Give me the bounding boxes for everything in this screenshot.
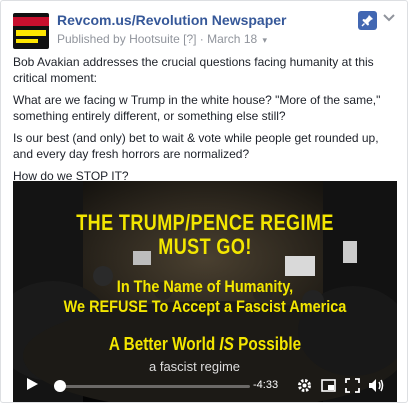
page-name-link[interactable]: Revcom.us/Revolution Newspaper bbox=[57, 12, 287, 28]
video-headline-line: THE TRUMP/PENCE REGIME bbox=[76, 210, 334, 235]
video-player[interactable]: THE TRUMP/PENCE REGIME MUST GO! In The N… bbox=[13, 181, 397, 402]
gear-icon[interactable] bbox=[297, 378, 312, 393]
video-headline-primary: THE TRUMP/PENCE REGIME MUST GO! bbox=[48, 211, 363, 259]
page-avatar[interactable] bbox=[13, 13, 49, 49]
video-controls: -4:33 bbox=[13, 367, 397, 402]
video-headline-part: A Better World bbox=[108, 334, 220, 354]
post-paragraph: Bob Avakian addresses the crucial questi… bbox=[13, 55, 374, 85]
progress-handle[interactable] bbox=[54, 380, 66, 392]
fullscreen-icon[interactable] bbox=[345, 378, 360, 393]
post-paragraph: Is our best (and only) bet to wait & vot… bbox=[13, 131, 379, 161]
post-text: Bob Avakian addresses the crucial questi… bbox=[13, 54, 397, 190]
video-headline-part: Possible bbox=[233, 334, 302, 354]
pin-icon bbox=[361, 15, 373, 27]
progress-track[interactable] bbox=[60, 385, 250, 388]
publisher-help-badge[interactable]: [?] bbox=[183, 32, 196, 46]
time-remaining: -4:33 bbox=[253, 379, 279, 391]
meta-separator: · bbox=[199, 32, 204, 46]
video-headline-emphasis: IS bbox=[219, 334, 234, 354]
volume-icon[interactable] bbox=[368, 378, 385, 393]
post-meta: Published by Hootsuite [?] · March 18 ▾ bbox=[57, 32, 267, 46]
post-paragraph: What are we facing w Trump in the white … bbox=[13, 93, 381, 123]
post-date[interactable]: March 18 bbox=[207, 32, 257, 46]
video-headline-line: We REFUSE To Accept a Fascist America bbox=[63, 297, 347, 316]
video-headline-secondary: In The Name of Humanity, We REFUSE To Ac… bbox=[42, 277, 368, 317]
chevron-down-icon[interactable] bbox=[383, 13, 399, 27]
play-icon[interactable] bbox=[25, 377, 39, 391]
pin-button[interactable] bbox=[358, 11, 377, 30]
picture-in-picture-icon[interactable] bbox=[321, 378, 336, 393]
audience-caret-icon[interactable]: ▾ bbox=[263, 35, 268, 45]
video-headline-line: In The Name of Humanity, bbox=[116, 277, 294, 296]
video-headline-line: MUST GO! bbox=[158, 234, 252, 259]
post-card: Revcom.us/Revolution Newspaper Published… bbox=[0, 0, 408, 403]
video-headline-tertiary: A Better World IS Possible bbox=[42, 334, 368, 354]
publisher-link[interactable]: Hootsuite bbox=[129, 32, 180, 46]
published-by-label: Published by bbox=[57, 32, 126, 46]
